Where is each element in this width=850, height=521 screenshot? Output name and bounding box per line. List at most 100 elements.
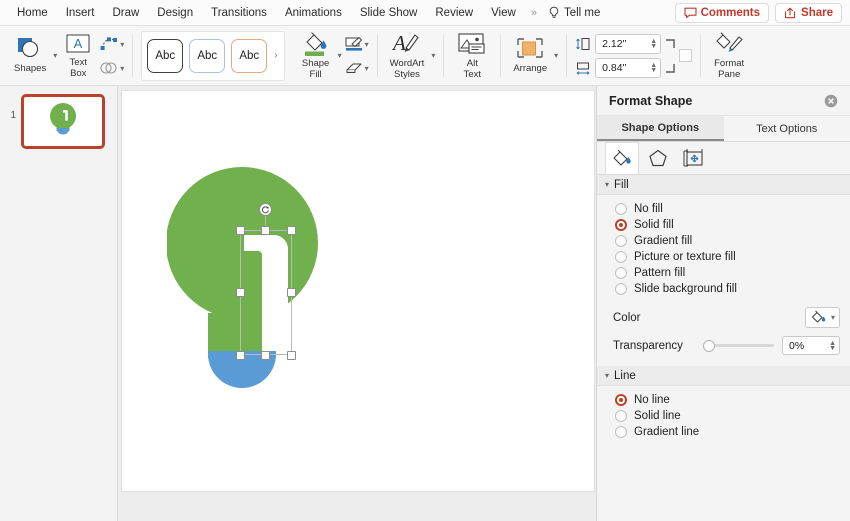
- thumbnail-lightbulb-icon: [50, 103, 76, 135]
- comments-button[interactable]: Comments: [674, 2, 770, 23]
- slide-thumbnail-row[interactable]: 1: [0, 86, 117, 157]
- transparency-input[interactable]: 0% ▲ ▼: [782, 336, 840, 355]
- rotation-handle[interactable]: [259, 203, 272, 216]
- menu-slide-show[interactable]: Slide Show: [351, 3, 427, 23]
- radio-picture-fill-control[interactable]: [615, 251, 627, 263]
- radio-solid-fill-control[interactable]: [615, 219, 627, 231]
- share-arrow-icon: [784, 7, 796, 18]
- merge-shapes-chevron-down-icon[interactable]: ▾: [120, 64, 124, 73]
- slide-thumbnail-1[interactable]: [21, 94, 105, 149]
- line-section-header[interactable]: ▾ Line: [597, 366, 850, 386]
- slide-thumbnail-panel[interactable]: 1: [0, 86, 118, 521]
- shape-effects-chevron-down-icon[interactable]: ▾: [365, 64, 369, 73]
- format-pane-button[interactable]: Format Pane: [709, 29, 749, 82]
- radio-gradient-line-control[interactable]: [615, 426, 627, 438]
- menu-home[interactable]: Home: [8, 3, 57, 23]
- tell-me-button[interactable]: Tell me: [542, 2, 606, 24]
- radio-slide-background-fill[interactable]: Slide background fill: [597, 281, 850, 297]
- selection-bounding-box: [240, 230, 292, 355]
- menu-review[interactable]: Review: [426, 3, 482, 23]
- fill-line-tab[interactable]: [605, 142, 639, 174]
- shape-fill-chevron-down-icon[interactable]: ▾: [338, 51, 342, 60]
- wordart-chevron-down-icon[interactable]: ▾: [431, 51, 435, 60]
- radio-gradient-fill[interactable]: Gradient fill: [597, 233, 850, 249]
- radio-pattern-fill[interactable]: Pattern fill: [597, 265, 850, 281]
- effects-tab[interactable]: [641, 142, 675, 174]
- lightbulb-icon: [549, 6, 559, 18]
- radio-solid-fill[interactable]: Solid fill: [597, 217, 850, 233]
- shapes-chevron-down-icon[interactable]: ▾: [53, 51, 57, 60]
- resize-handle-middle-left[interactable]: [236, 288, 245, 297]
- arrange-button[interactable]: Arrange: [509, 34, 551, 77]
- resize-handle-middle-right[interactable]: [287, 288, 296, 297]
- resize-handle-bottom-right[interactable]: [287, 351, 296, 360]
- radio-solid-line-label: Solid line: [634, 410, 681, 422]
- shape-outline-chevron-down-icon[interactable]: ▾: [365, 40, 369, 49]
- comments-label: Comments: [700, 6, 761, 19]
- lightbulb-shape-group[interactable]: [167, 163, 329, 405]
- radio-pattern-fill-control[interactable]: [615, 267, 627, 279]
- tab-shape-options[interactable]: Shape Options: [597, 116, 724, 141]
- shape-fill-button[interactable]: Shape Fill: [297, 29, 335, 82]
- slide-surface[interactable]: [121, 90, 595, 492]
- size-properties-tab[interactable]: [677, 142, 711, 174]
- shape-height-stepper[interactable]: ▲ ▼: [650, 38, 657, 50]
- transparency-stepper[interactable]: ▲ ▼: [829, 340, 836, 352]
- transparency-slider[interactable]: [703, 339, 774, 352]
- shape-style-2[interactable]: Abc: [189, 38, 226, 73]
- fill-color-button[interactable]: ▾: [804, 307, 840, 328]
- wordart-styles-button[interactable]: A WordArt Styles: [386, 29, 429, 82]
- radio-no-line-control[interactable]: [615, 394, 627, 406]
- radio-gradient-line[interactable]: Gradient line: [597, 424, 850, 440]
- menu-draw[interactable]: Draw: [103, 3, 148, 23]
- resize-handle-bottom-center[interactable]: [261, 351, 270, 360]
- transparency-knob[interactable]: [703, 339, 715, 352]
- shape-effects-button[interactable]: ▾: [344, 61, 369, 75]
- menu-animations[interactable]: Animations: [276, 3, 351, 23]
- shape-width-input[interactable]: 0.84" ▲ ▼: [595, 57, 662, 78]
- height-icon: [576, 37, 590, 50]
- menu-design[interactable]: Design: [148, 3, 202, 23]
- shapes-button[interactable]: Shapes: [10, 34, 50, 77]
- resize-handle-top-right[interactable]: [287, 226, 296, 235]
- menu-transitions[interactable]: Transitions: [202, 3, 276, 23]
- size-fields: 2.12" ▲ ▼ 0.84" ▲ ▼: [575, 33, 675, 78]
- edit-points-chevron-down-icon[interactable]: ▾: [120, 40, 124, 49]
- menu-view[interactable]: View: [482, 3, 525, 23]
- edit-points-button[interactable]: ▾: [99, 36, 124, 52]
- fill-options-list: No fill Solid fill Gradient fill Picture…: [597, 195, 850, 297]
- fill-section-title: Fill: [614, 178, 629, 191]
- radio-gradient-fill-control[interactable]: [615, 235, 627, 247]
- fill-section-header[interactable]: ▾ Fill: [597, 175, 850, 195]
- fill-color-chevron-down-icon[interactable]: ▾: [831, 313, 835, 322]
- menu-insert[interactable]: Insert: [57, 3, 104, 23]
- radio-solid-line-control[interactable]: [615, 410, 627, 422]
- arrange-chevron-down-icon[interactable]: ▾: [554, 51, 558, 60]
- shape-outline-button[interactable]: ▾: [344, 36, 369, 52]
- radio-no-line[interactable]: No line: [597, 392, 850, 408]
- resize-handle-bottom-left[interactable]: [236, 351, 245, 360]
- resize-handle-top-left[interactable]: [236, 226, 245, 235]
- shape-height-input[interactable]: 2.12" ▲ ▼: [595, 33, 662, 54]
- text-box-button[interactable]: A Text Box: [59, 30, 97, 81]
- alt-text-button[interactable]: Alt Text: [452, 29, 492, 82]
- radio-no-fill-control[interactable]: [615, 203, 627, 215]
- resize-handle-top-center[interactable]: [261, 226, 270, 235]
- radio-solid-line[interactable]: Solid line: [597, 408, 850, 424]
- shape-height-row: 2.12" ▲ ▼: [575, 33, 675, 54]
- gallery-more-icon[interactable]: ›: [273, 50, 278, 61]
- close-icon[interactable]: [824, 94, 838, 108]
- tab-text-options[interactable]: Text Options: [724, 116, 850, 141]
- share-button[interactable]: Share: [775, 2, 842, 23]
- merge-shapes-button[interactable]: ▾: [99, 61, 124, 75]
- radio-slide-background-fill-control[interactable]: [615, 283, 627, 295]
- shape-styles-gallery[interactable]: Abc Abc Abc ›: [141, 30, 285, 81]
- shape-style-1[interactable]: Abc: [147, 38, 184, 73]
- radio-picture-or-texture-fill[interactable]: Picture or texture fill: [597, 249, 850, 265]
- shape-width-stepper[interactable]: ▲ ▼: [650, 62, 657, 74]
- menu-overflow-icon[interactable]: »: [525, 7, 542, 19]
- shape-style-3[interactable]: Abc: [231, 38, 268, 73]
- ribbon-separator: [376, 34, 378, 77]
- radio-no-fill[interactable]: No fill: [597, 201, 850, 217]
- size-dialog-launcher[interactable]: [679, 49, 693, 62]
